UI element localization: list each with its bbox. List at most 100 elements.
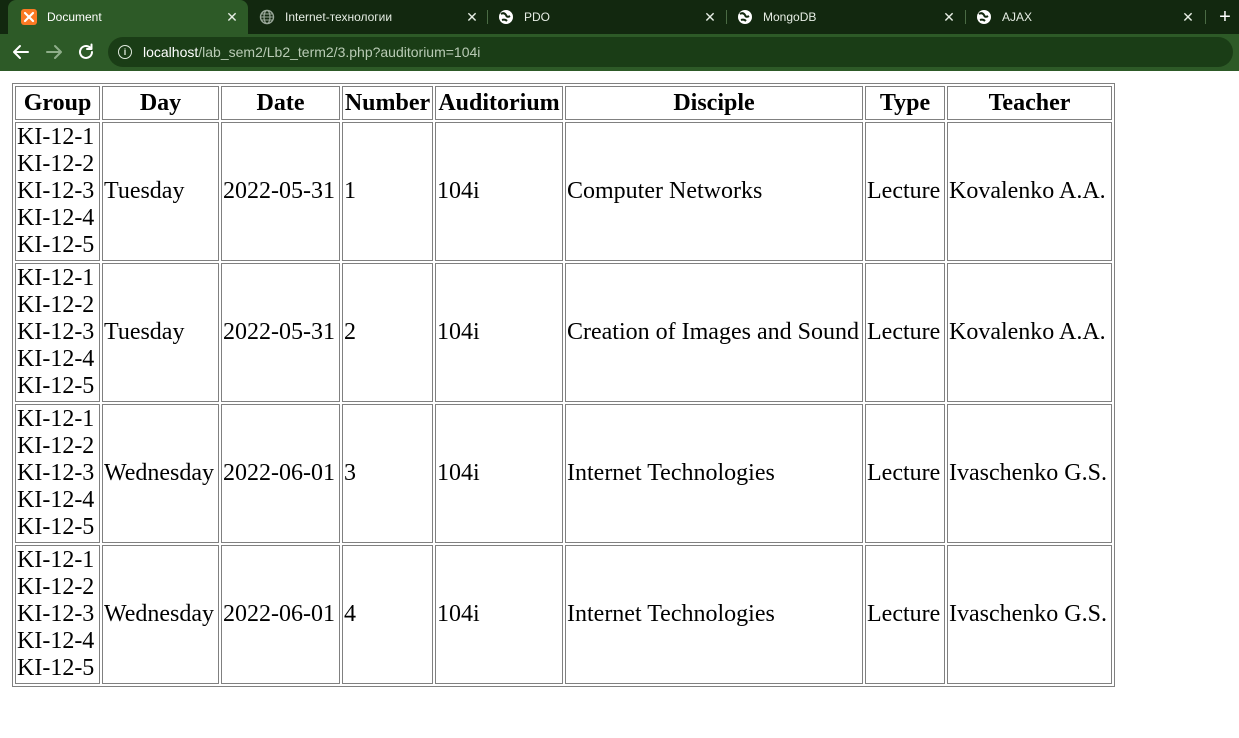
cell-teacher: Ivaschenko G.S. <box>947 545 1112 684</box>
browser-toolbar: i localhost/lab_sem2/Lb2_term2/3.php?aud… <box>0 34 1239 70</box>
tab-pdo[interactable]: PDO ✕ <box>488 0 726 34</box>
arrow-right-icon <box>46 45 62 59</box>
cell-number: 1 <box>342 122 433 261</box>
web-icon <box>737 9 753 25</box>
page-content: Group Day Date Number Auditorium Discipl… <box>12 83 1115 687</box>
cell-type: Lecture <box>865 404 945 543</box>
cell-date: 2022-05-31 <box>221 263 340 402</box>
header-day: Day <box>102 86 219 120</box>
close-tab-icon[interactable]: ✕ <box>1180 9 1196 25</box>
cell-day: Wednesday <box>102 545 219 684</box>
reload-icon <box>79 43 93 59</box>
cell-number: 4 <box>342 545 433 684</box>
header-number: Number <box>342 86 433 120</box>
cell-auditorium: 104i <box>435 263 563 402</box>
tab-ajax[interactable]: AJAX ✕ <box>966 0 1204 34</box>
group-item: KI-12-2 <box>17 151 95 177</box>
close-tab-icon[interactable]: ✕ <box>224 9 240 25</box>
cell-date: 2022-06-01 <box>221 404 340 543</box>
url-text[interactable]: localhost/lab_sem2/Lb2_term2/3.php?audit… <box>143 44 480 60</box>
header-date: Date <box>221 86 340 120</box>
address-bar[interactable]: i localhost/lab_sem2/Lb2_term2/3.php?aud… <box>108 37 1233 67</box>
url-path: /lab_sem2/Lb2_term2/3.php?auditorium=104… <box>198 44 481 60</box>
header-group: Group <box>15 86 100 120</box>
arrow-left-icon <box>13 45 29 59</box>
close-tab-icon[interactable]: ✕ <box>464 9 480 25</box>
cell-group: KI-12-1 KI-12-2 KI-12-3 KI-12-4 KI-12-5 <box>15 545 100 684</box>
cell-auditorium: 104i <box>435 404 563 543</box>
cell-type: Lecture <box>865 263 945 402</box>
tab-title: MongoDB <box>763 10 817 24</box>
site-info-icon[interactable]: i <box>118 45 132 59</box>
group-item: KI-12-3 <box>17 178 95 204</box>
reload-button[interactable] <box>74 40 98 64</box>
cell-disciple: Computer Networks <box>565 122 863 261</box>
group-item: KI-12-2 <box>17 433 95 459</box>
close-tab-icon[interactable]: ✕ <box>702 9 718 25</box>
tab-document[interactable]: Document ✕ <box>8 0 248 34</box>
group-item: KI-12-1 <box>17 265 95 291</box>
cell-day: Wednesday <box>102 404 219 543</box>
xampp-icon <box>21 9 37 25</box>
cell-type: Lecture <box>865 122 945 261</box>
cell-group: KI-12-1 KI-12-2 KI-12-3 KI-12-4 KI-12-5 <box>15 404 100 543</box>
group-item: KI-12-4 <box>17 205 95 231</box>
group-item: KI-12-5 <box>17 655 95 681</box>
table-row: KI-12-1 KI-12-2 KI-12-3 KI-12-4 KI-12-5 … <box>15 545 1112 684</box>
group-item: KI-12-1 <box>17 406 95 432</box>
table-header-row: Group Day Date Number Auditorium Discipl… <box>15 86 1112 120</box>
header-type: Type <box>865 86 945 120</box>
schedule-table: Group Day Date Number Auditorium Discipl… <box>12 83 1115 687</box>
header-auditorium: Auditorium <box>435 86 563 120</box>
cell-disciple: Internet Technologies <box>565 404 863 543</box>
group-item: KI-12-2 <box>17 574 95 600</box>
close-tab-icon[interactable]: ✕ <box>941 9 957 25</box>
group-item: KI-12-1 <box>17 547 95 573</box>
toolbar-divider <box>0 70 1239 71</box>
group-item: KI-12-4 <box>17 346 95 372</box>
group-item: KI-12-5 <box>17 232 95 258</box>
tab-strip: Document ✕ Internet-технологии ✕ PDO ✕ M… <box>0 0 1239 34</box>
forward-button[interactable] <box>42 40 66 64</box>
tab-title: AJAX <box>1002 10 1033 24</box>
web-icon <box>976 9 992 25</box>
group-item: KI-12-3 <box>17 319 95 345</box>
back-button[interactable] <box>9 40 33 64</box>
cell-day: Tuesday <box>102 263 219 402</box>
web-icon <box>498 9 514 25</box>
tab-title: Internet-технологии <box>285 10 393 24</box>
cell-number: 2 <box>342 263 433 402</box>
cell-auditorium: 104i <box>435 122 563 261</box>
table-row: KI-12-1 KI-12-2 KI-12-3 KI-12-4 KI-12-5 … <box>15 122 1112 261</box>
group-item: KI-12-5 <box>17 373 95 399</box>
tab-separator <box>1205 10 1206 24</box>
cell-disciple: Creation of Images and Sound <box>565 263 863 402</box>
globe-icon <box>259 9 275 25</box>
table-row: KI-12-1 KI-12-2 KI-12-3 KI-12-4 KI-12-5 … <box>15 263 1112 402</box>
group-item: KI-12-2 <box>17 292 95 318</box>
cell-number: 3 <box>342 404 433 543</box>
cell-date: 2022-06-01 <box>221 545 340 684</box>
cell-group: KI-12-1 KI-12-2 KI-12-3 KI-12-4 KI-12-5 <box>15 122 100 261</box>
cell-day: Tuesday <box>102 122 219 261</box>
tab-title: PDO <box>524 10 551 24</box>
url-host: localhost <box>143 44 199 60</box>
cell-group: KI-12-1 KI-12-2 KI-12-3 KI-12-4 KI-12-5 <box>15 263 100 402</box>
header-disciple: Disciple <box>565 86 863 120</box>
cell-teacher: Ivaschenko G.S. <box>947 404 1112 543</box>
group-item: KI-12-3 <box>17 460 95 486</box>
table-row: KI-12-1 KI-12-2 KI-12-3 KI-12-4 KI-12-5 … <box>15 404 1112 543</box>
group-item: KI-12-1 <box>17 124 95 150</box>
group-item: KI-12-4 <box>17 628 95 654</box>
group-item: KI-12-5 <box>17 514 95 540</box>
cell-disciple: Internet Technologies <box>565 545 863 684</box>
tab-mongodb[interactable]: MongoDB ✕ <box>727 0 965 34</box>
cell-date: 2022-05-31 <box>221 122 340 261</box>
cell-auditorium: 104i <box>435 545 563 684</box>
group-item: KI-12-3 <box>17 601 95 627</box>
tab-internet-technologies[interactable]: Internet-технологии ✕ <box>248 0 488 34</box>
group-item: KI-12-4 <box>17 487 95 513</box>
new-tab-button[interactable]: + <box>1214 7 1236 27</box>
header-teacher: Teacher <box>947 86 1112 120</box>
cell-teacher: Kovalenko A.A. <box>947 122 1112 261</box>
